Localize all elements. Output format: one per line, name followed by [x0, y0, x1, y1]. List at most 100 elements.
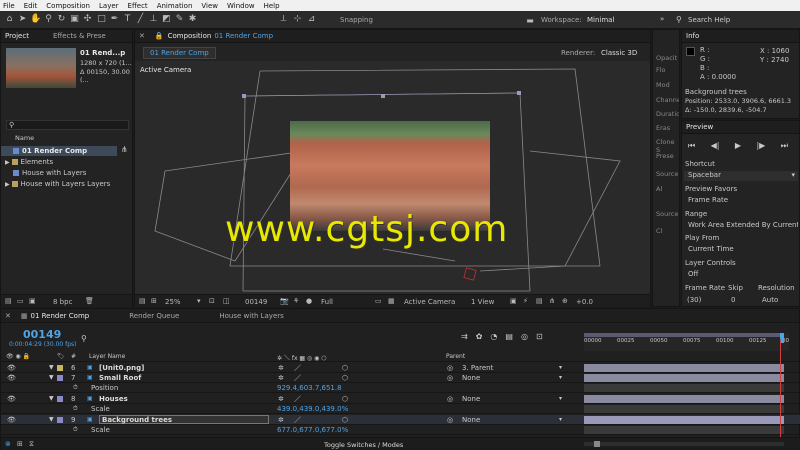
toggle-switches-modes[interactable]: Toggle Switches / Modes	[324, 441, 403, 449]
stopwatch-icon[interactable]: ⏱	[73, 383, 78, 393]
stopwatch-icon[interactable]: ⏱	[73, 404, 78, 414]
show-snapshot-icon[interactable]: ⚘	[293, 297, 299, 305]
search-help-input[interactable]: Search Help	[688, 16, 730, 24]
viewer[interactable]: Active Camera www.cgtsj.com	[135, 61, 650, 294]
last-frame-icon[interactable]: ⏭	[781, 141, 788, 151]
axis-view-icon[interactable]: ⊿	[306, 14, 317, 25]
motion-blur-icon[interactable]: ◎	[521, 332, 528, 341]
menu-item[interactable]: Edit	[24, 2, 38, 10]
frame-blending-icon[interactable]: ▤	[505, 332, 513, 341]
close-icon[interactable]: ✕	[139, 32, 145, 40]
layer-duration-bar[interactable]	[584, 416, 784, 424]
flowchart-icon[interactable]: ⋔	[549, 297, 555, 305]
preview-toggle-icon[interactable]: ▤	[139, 297, 146, 305]
3d-layer-icon[interactable]: ⬡	[342, 373, 348, 383]
label-color-swatch[interactable]	[57, 396, 63, 402]
new-comp-icon[interactable]: ▣	[29, 297, 36, 305]
transparency-grid-icon[interactable]: ▦	[388, 297, 395, 305]
eye-icon[interactable]: 👁	[7, 363, 16, 373]
brush-tool-icon[interactable]: ╱	[135, 14, 146, 25]
layer-duration-bar[interactable]	[584, 395, 784, 403]
axis-local-icon[interactable]: ⟂	[278, 14, 289, 25]
tab-effects-presets[interactable]: Effects & Prese	[53, 32, 106, 40]
shy-icon[interactable]: ◔	[490, 332, 497, 341]
first-frame-icon[interactable]: ⏮	[688, 141, 695, 151]
parent-select[interactable]: None	[462, 415, 480, 425]
eye-icon[interactable]: 👁	[7, 373, 16, 383]
menu-item[interactable]: Window	[227, 2, 255, 10]
composition-tab-label[interactable]: Composition	[168, 32, 212, 40]
label-color-swatch[interactable]	[57, 417, 63, 423]
collapse-switch-icon[interactable]: ✲	[278, 394, 284, 404]
skip-select[interactable]: 0	[731, 296, 735, 304]
axis-world-icon[interactable]: ⊹	[292, 14, 303, 25]
draft-3d-icon[interactable]: ✿	[476, 332, 483, 341]
label-color-swatch[interactable]	[57, 365, 63, 371]
menu-item[interactable]: Animation	[157, 2, 193, 10]
timeline-timecode[interactable]: 00149	[23, 328, 61, 341]
layer-duration-bar[interactable]	[584, 374, 784, 382]
zoom-slider[interactable]	[584, 441, 784, 447]
hand-tool-icon[interactable]: ✋	[30, 14, 41, 25]
parent-select[interactable]: 3. Parent	[462, 363, 493, 373]
flowchart-icon[interactable]: ⋔	[121, 145, 128, 154]
property-value[interactable]: 439.0,439.0,439.0%	[277, 404, 348, 414]
puppet-tool-icon[interactable]: ✱	[187, 14, 198, 25]
comp-subtab[interactable]: 01 Render Comp	[143, 47, 216, 59]
quality-switch-icon[interactable]: ／	[294, 363, 301, 373]
pan-behind-tool-icon[interactable]: ✣	[82, 14, 93, 25]
region-icon[interactable]: ▭	[375, 297, 382, 305]
layer-name[interactable]: [Unit0.png]	[99, 363, 144, 373]
home-icon[interactable]: ⌂	[4, 14, 15, 25]
toggle-pixel-icon[interactable]: ▣	[510, 297, 517, 305]
collapse-switch-icon[interactable]: ✲	[278, 373, 284, 383]
selection-tool-icon[interactable]: ➤	[17, 14, 28, 25]
layer-row[interactable]: 👁 ▼ 6 ▣ [Unit0.png] ✲ ／ ⬡ ◎ 3. Parent ▾	[1, 363, 800, 373]
twirl-icon[interactable]: ▼	[49, 373, 54, 383]
time-ruler[interactable]: 00000 00025 00050 00075 00100 00125 00	[584, 333, 789, 351]
eye-icon[interactable]: 👁	[7, 415, 16, 425]
info-title[interactable]: Info	[686, 32, 699, 40]
layer-name[interactable]: Background trees	[99, 415, 269, 424]
menu-item[interactable]: Help	[264, 2, 280, 10]
layer-name[interactable]: Small Roof	[99, 373, 141, 383]
property-row[interactable]: ⏱ Position 929.4,603.7,651.8	[1, 383, 800, 393]
twirl-icon[interactable]: ▼	[49, 363, 54, 373]
label-color-swatch[interactable]	[57, 375, 63, 381]
layer-controls-select[interactable]: Off	[684, 270, 798, 280]
quality-switch-icon[interactable]: ／	[294, 415, 301, 425]
next-frame-icon[interactable]: |▶	[756, 141, 765, 151]
twirl-icon[interactable]: ▼	[49, 415, 54, 425]
quality-switch-icon[interactable]: ／	[294, 394, 301, 404]
camera-tool-icon[interactable]: ▣	[69, 14, 80, 25]
view-layout-select[interactable]: 1 View	[471, 298, 494, 306]
roto-brush-tool-icon[interactable]: ✎	[174, 14, 185, 25]
interpret-footage-icon[interactable]: ▤	[5, 297, 12, 305]
menu-item[interactable]: Composition	[46, 2, 90, 10]
menu-item[interactable]: Effect	[128, 2, 148, 10]
range-select[interactable]: Work Area Extended By Current Ti	[684, 221, 798, 231]
in-out-icon[interactable]: ⧖	[29, 440, 34, 449]
framerate-select[interactable]: (30)	[687, 296, 701, 304]
tab-render-queue[interactable]: Render Queue	[129, 312, 179, 320]
fit-icon[interactable]: ⊡	[209, 297, 215, 305]
type-tool-icon[interactable]: T	[122, 14, 133, 25]
property-row[interactable]: ⏱ Scale 677.0,677.0,677.0%	[1, 425, 800, 435]
collapse-switch-icon[interactable]: ✲	[278, 415, 284, 425]
zoom-tool-icon[interactable]: ⚲	[43, 14, 54, 25]
layer-name[interactable]: Houses	[99, 394, 128, 404]
3d-layer-icon[interactable]: ⬡	[342, 415, 348, 425]
workspace-menu-icon[interactable]: »	[660, 15, 664, 23]
collapse-switch-icon[interactable]: ✲	[278, 363, 284, 373]
menu-item[interactable]: File	[3, 2, 15, 10]
trash-icon[interactable]: 🗑	[85, 297, 94, 305]
composition-tab-name[interactable]: 01 Render Comp	[214, 32, 273, 40]
graph-editor-icon[interactable]: ⊡	[536, 332, 543, 341]
menu-item[interactable]: View	[201, 2, 218, 10]
exposure-value[interactable]: +0.0	[576, 298, 593, 306]
property-row[interactable]: ⏱ Scale 439.0,439.0,439.0%	[1, 404, 800, 414]
reset-exposure-icon[interactable]: ⊕	[562, 297, 568, 305]
play-icon[interactable]: ▶	[735, 141, 741, 151]
bpc-button[interactable]: 8 bpc	[53, 298, 72, 306]
comp-mini-flowchart-icon[interactable]: ⇉	[461, 332, 468, 341]
